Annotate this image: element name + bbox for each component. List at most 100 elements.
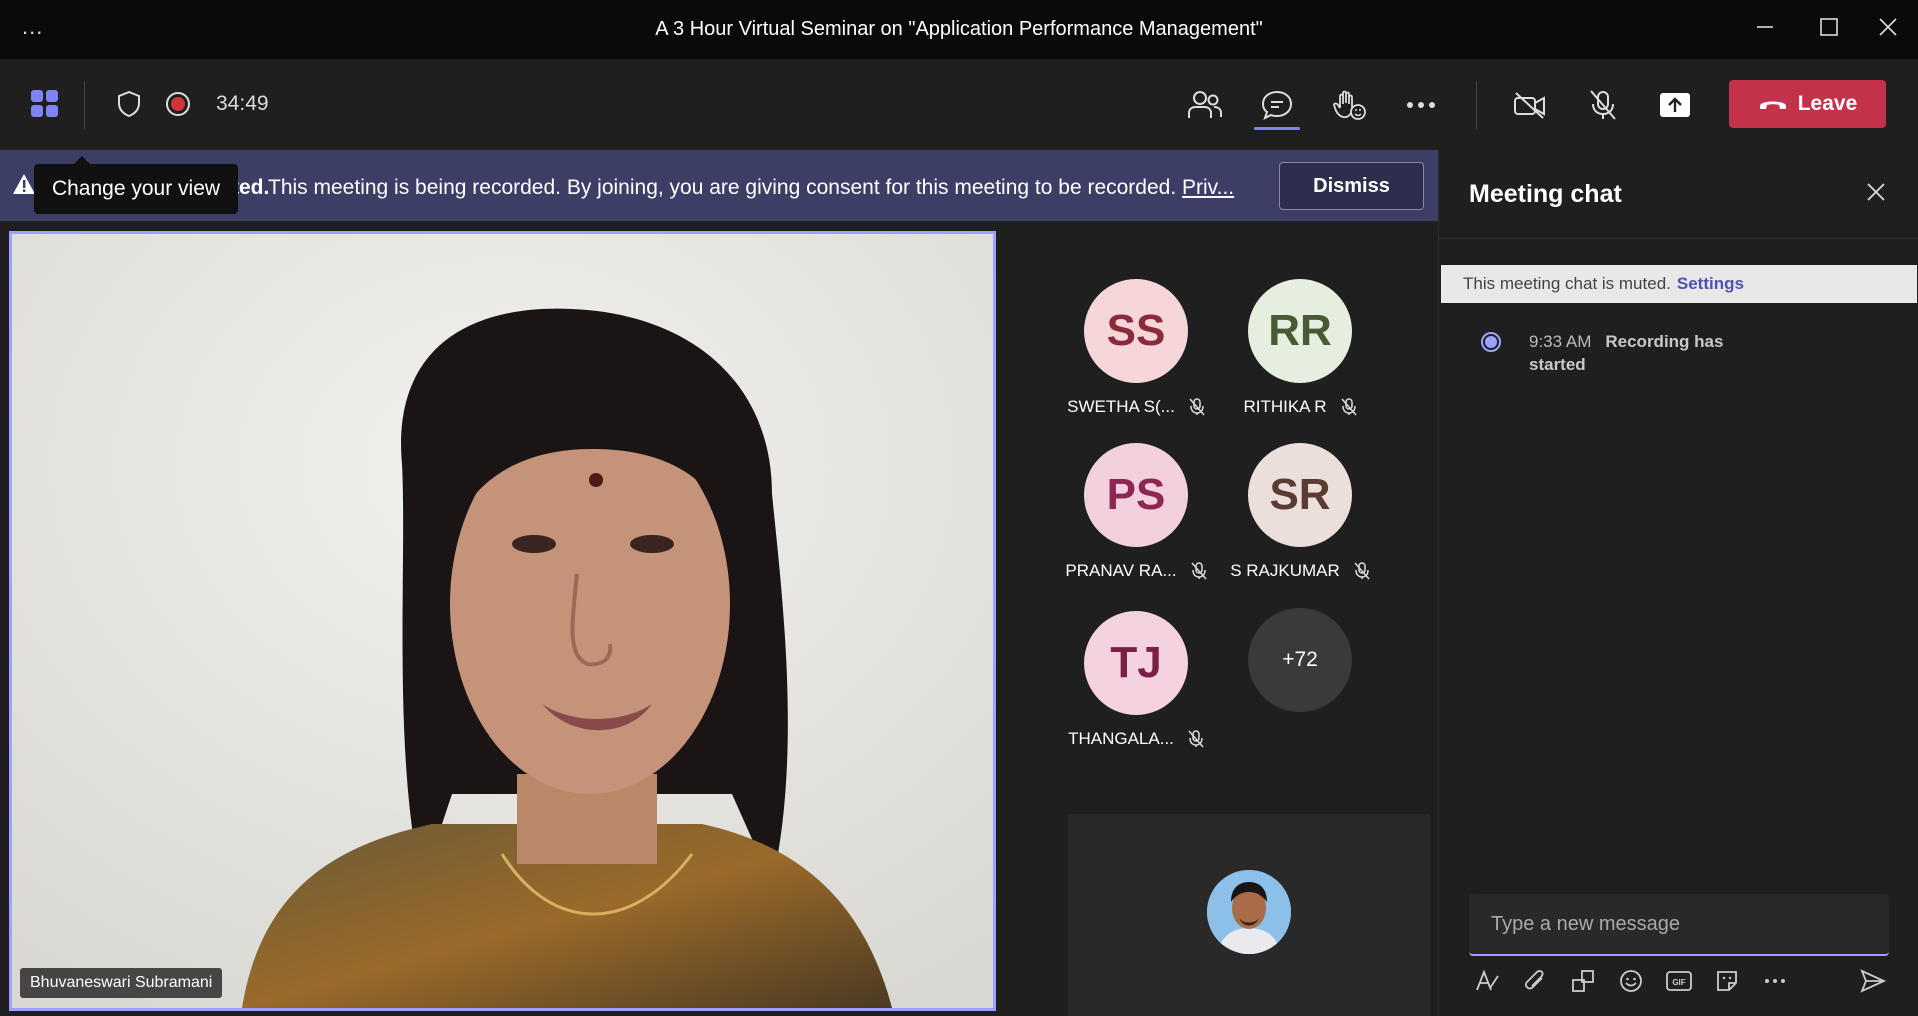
- format-icon: [1476, 969, 1499, 991]
- more-actions-button[interactable]: [1401, 85, 1441, 125]
- self-avatar: [1207, 870, 1291, 954]
- gif-button[interactable]: GIF: [1663, 965, 1695, 997]
- banner-text: This meeting is being recorded. By joini…: [268, 176, 1177, 199]
- dismiss-button[interactable]: Dismiss: [1279, 162, 1424, 210]
- participant-name-row: SWETHA S(...: [1051, 397, 1221, 417]
- gif-icon: GIF: [1666, 971, 1692, 991]
- participant-tile[interactable]: SR S RAJKUMAR: [1215, 443, 1385, 581]
- meeting-toolbar: 34:49 Leave: [0, 59, 1918, 151]
- grid-view-icon: [31, 90, 58, 117]
- chat-muted-notice: This meeting chat is muted. Settings: [1441, 265, 1917, 303]
- chat-active-indicator: [1254, 127, 1300, 130]
- message-composer[interactable]: [1469, 894, 1889, 956]
- title-bar: ... A 3 Hour Virtual Seminar on "Applica…: [0, 0, 1918, 59]
- record-icon: [166, 92, 190, 116]
- participant-name: PRANAV RA...: [1065, 561, 1177, 580]
- meeting-chat-panel: Meeting chat This meeting chat is muted.…: [1438, 150, 1918, 1016]
- participant-tile[interactable]: TJ THANGALA...: [1051, 611, 1221, 749]
- maximize-button[interactable]: [1814, 12, 1844, 42]
- participant-name: SWETHA S(...: [1067, 397, 1175, 416]
- participant-name-row: THANGALA...: [1051, 729, 1221, 749]
- avatar: RR: [1248, 279, 1352, 383]
- participant-tile[interactable]: SS SWETHA S(...: [1051, 279, 1221, 417]
- leave-label: Leave: [1797, 92, 1858, 115]
- send-button[interactable]: [1857, 965, 1889, 997]
- speaker-video[interactable]: Bhuvaneswari Subramani: [9, 231, 996, 1011]
- share-screen-icon: [1660, 93, 1690, 117]
- minimize-icon: [1757, 26, 1773, 28]
- close-icon: [1867, 183, 1885, 201]
- svg-text:GIF: GIF: [1672, 978, 1685, 987]
- speaker-video-feed: [12, 234, 993, 1008]
- event-time: 9:33 AM: [1529, 332, 1592, 351]
- mic-off-icon: [1189, 398, 1205, 416]
- recording-indicator: [163, 89, 193, 119]
- chat-button[interactable]: [1257, 85, 1297, 125]
- mic-off-icon: [1340, 398, 1357, 416]
- participants-button[interactable]: [1185, 85, 1225, 125]
- muted-text: This meeting chat is muted.: [1463, 274, 1671, 293]
- paperclip-icon: [1524, 969, 1544, 990]
- more-icon: [1407, 102, 1435, 108]
- camera-toggle-button[interactable]: [1510, 85, 1550, 125]
- emoji-button[interactable]: [1615, 965, 1647, 997]
- camera-off-icon: [1514, 92, 1545, 119]
- close-icon: [1879, 18, 1897, 36]
- raise-hand-icon: [1333, 90, 1366, 120]
- change-view-button[interactable]: [28, 87, 62, 121]
- sticker-button[interactable]: [1711, 965, 1743, 997]
- leave-button[interactable]: Leave: [1729, 80, 1886, 128]
- more-icon: [1765, 979, 1785, 983]
- avatar: TJ: [1084, 611, 1188, 715]
- toolbar-divider: [1476, 81, 1477, 129]
- meeting-timer: 34:49: [216, 92, 269, 115]
- share-button[interactable]: [1655, 85, 1695, 125]
- emoji-icon: [1620, 970, 1642, 992]
- close-chat-button[interactable]: [1864, 180, 1888, 209]
- participant-name-row: PRANAV RA...: [1051, 561, 1221, 581]
- hang-up-icon: [1759, 101, 1786, 109]
- settings-link[interactable]: Settings: [1677, 274, 1744, 294]
- loop-button[interactable]: [1567, 965, 1599, 997]
- toolbar-divider: [84, 81, 85, 129]
- meeting-stage: Bhuvaneswari Subramani SS SWETHA S(... R…: [0, 221, 1438, 1016]
- participant-tile[interactable]: RR RITHIKA R: [1215, 279, 1385, 417]
- maximize-icon: [1820, 18, 1838, 36]
- mic-off-icon: [1354, 562, 1370, 580]
- change-view-tooltip: Change your view: [34, 156, 238, 214]
- avatar: SS: [1084, 279, 1188, 383]
- format-button[interactable]: [1471, 965, 1503, 997]
- avatar: SR: [1248, 443, 1352, 547]
- event-text-block: 9:33 AM Recording has started: [1529, 330, 1769, 376]
- meeting-info-button[interactable]: [114, 89, 144, 119]
- participant-name-row: RITHIKA R: [1215, 397, 1385, 417]
- chat-title: Meeting chat: [1469, 180, 1622, 208]
- mic-off-icon: [1590, 90, 1616, 120]
- banner-message: This meeting is being recorded. By joini…: [268, 176, 1234, 200]
- participant-name: RITHIKA R: [1243, 397, 1327, 416]
- reactions-button[interactable]: [1329, 85, 1369, 125]
- privacy-link[interactable]: Priv...: [1182, 176, 1234, 199]
- close-window-button[interactable]: [1873, 12, 1903, 42]
- send-icon: [1860, 969, 1887, 993]
- participant-tile[interactable]: PS PRANAV RA...: [1051, 443, 1221, 581]
- people-icon: [1188, 91, 1222, 118]
- message-input[interactable]: [1489, 908, 1873, 940]
- sticker-icon: [1717, 971, 1737, 991]
- more-participants-button[interactable]: +72: [1248, 608, 1352, 712]
- mic-off-icon: [1188, 730, 1204, 748]
- more-compose-options-button[interactable]: [1759, 965, 1791, 997]
- recording-event-icon: [1481, 332, 1501, 352]
- chat-icon: [1261, 90, 1293, 120]
- participant-name: THANGALA...: [1068, 729, 1174, 748]
- warning-icon: [13, 174, 35, 194]
- attach-button[interactable]: [1519, 965, 1551, 997]
- participant-name-row: S RAJKUMAR: [1215, 561, 1385, 581]
- self-video-tile[interactable]: [1068, 814, 1430, 1016]
- window-title: A 3 Hour Virtual Seminar on "Application…: [655, 18, 1263, 40]
- loop-component-icon: [1572, 970, 1594, 992]
- shield-icon: [118, 90, 140, 118]
- mic-toggle-button[interactable]: [1583, 85, 1623, 125]
- mic-off-icon: [1191, 562, 1207, 580]
- minimize-button[interactable]: [1750, 12, 1780, 42]
